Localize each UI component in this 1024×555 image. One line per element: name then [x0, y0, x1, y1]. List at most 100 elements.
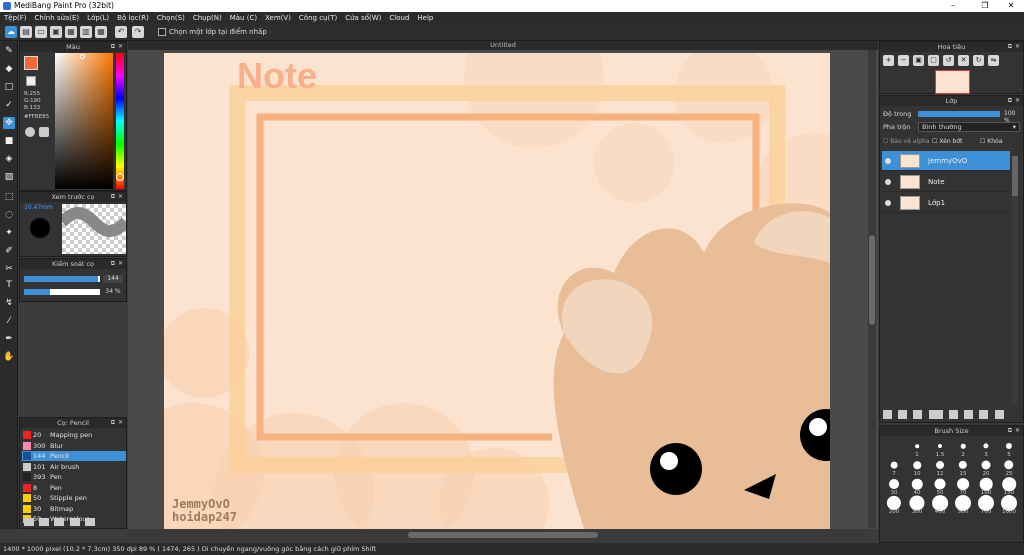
- brush-size-preset[interactable]: 1.5: [930, 439, 950, 459]
- visibility-eye-icon[interactable]: [885, 200, 891, 206]
- reset-rotation-icon[interactable]: ✕: [958, 55, 969, 66]
- brush-size-preset[interactable]: 1000: [999, 495, 1019, 516]
- table-icon[interactable]: ▦: [95, 26, 107, 38]
- detach-icon[interactable]: ⧉: [111, 192, 115, 202]
- dot-tool-icon[interactable]: ✓: [3, 99, 15, 111]
- delete-layer-icon[interactable]: [994, 410, 1004, 419]
- select-pen-tool-icon[interactable]: ✐: [3, 245, 15, 257]
- delete-brush-icon[interactable]: [84, 518, 95, 526]
- menu-view[interactable]: Xem(V): [261, 12, 295, 24]
- new-layer-icon[interactable]: [883, 410, 892, 419]
- brush-size-preset[interactable]: 400: [930, 495, 950, 516]
- brush-settings-icon[interactable]: [54, 518, 65, 526]
- maximize-button[interactable]: ❐: [972, 0, 998, 12]
- brush-list-item[interactable]: 8 Pen: [22, 483, 126, 493]
- brush-size-preset[interactable]: 5: [999, 439, 1019, 459]
- hand-tool-icon[interactable]: ✋: [3, 351, 15, 363]
- panel-close-icon[interactable]: ✕: [118, 418, 123, 428]
- palette-icon[interactable]: [25, 127, 35, 137]
- add-brush-icon[interactable]: [24, 518, 34, 526]
- detach-icon[interactable]: ⧉: [1008, 426, 1012, 436]
- color-picker-cursor[interactable]: [80, 54, 85, 59]
- lasso-tool-icon[interactable]: ◌: [3, 209, 15, 221]
- brush-size-preset[interactable]: 150: [999, 477, 1019, 497]
- cloud-icon[interactable]: ☁: [5, 26, 17, 38]
- shape-tool-icon[interactable]: □: [3, 81, 15, 93]
- layout-icon[interactable]: ▥: [80, 26, 92, 38]
- brush-list-item[interactable]: 30 Bitmap: [22, 504, 126, 514]
- copy-layer-icon[interactable]: [913, 410, 923, 419]
- fit-icon[interactable]: ▣: [913, 55, 924, 66]
- clipping-checkbox[interactable]: ☐ Xén bớt: [932, 138, 962, 145]
- brush-list-item[interactable]: 101 Air brush: [22, 462, 126, 472]
- horizontal-scrollbar[interactable]: [128, 530, 868, 540]
- menu-filter[interactable]: Bộ lọc(R): [113, 12, 153, 24]
- menu-file[interactable]: Tệp(F): [0, 12, 31, 24]
- detach-icon[interactable]: ⧉: [111, 42, 115, 52]
- detach-icon[interactable]: ⧉: [1008, 42, 1012, 52]
- select-eraser-tool-icon[interactable]: ✂: [3, 263, 15, 275]
- brush-list-item[interactable]: 144 Pencil: [22, 451, 126, 461]
- brush-size-preset[interactable]: 20: [976, 458, 996, 478]
- layer-row[interactable]: JemmyOvO: [882, 151, 1010, 171]
- menu-tools[interactable]: Công cụ(T): [295, 12, 341, 24]
- visibility-eye-icon[interactable]: [885, 179, 891, 185]
- panel-close-icon[interactable]: ✕: [1015, 42, 1020, 52]
- vertical-scrollbar[interactable]: [868, 50, 876, 528]
- menu-window[interactable]: Cửa sổ(W): [341, 12, 385, 24]
- menu-snap[interactable]: Chụp(N): [189, 12, 226, 24]
- detach-icon[interactable]: ⧉: [1008, 96, 1012, 106]
- new-file-icon[interactable]: ▤: [20, 26, 32, 38]
- brush-size-preset[interactable]: 200: [884, 495, 904, 516]
- saturation-value-picker[interactable]: [55, 53, 113, 189]
- menu-cloud[interactable]: Cloud: [385, 12, 413, 24]
- brush-size-preset[interactable]: 100: [976, 477, 996, 497]
- brush-size-preset[interactable]: 500: [953, 495, 973, 516]
- close-button[interactable]: ✕: [998, 0, 1024, 12]
- hue-slider-handle[interactable]: [116, 173, 124, 181]
- brush-size-preset[interactable]: 40: [907, 477, 927, 497]
- actual-size-icon[interactable]: ▢: [928, 55, 939, 66]
- menu-help[interactable]: Help: [413, 12, 437, 24]
- zoom-in-icon[interactable]: +: [883, 55, 894, 66]
- visibility-eye-icon[interactable]: [885, 158, 891, 164]
- brush-size-preset[interactable]: 3: [976, 439, 996, 459]
- brush-list-item[interactable]: 393 Pen: [22, 472, 126, 482]
- horizontal-scroll-thumb[interactable]: [408, 532, 598, 538]
- menu-layer[interactable]: Lớp(L): [83, 12, 113, 24]
- brush-size-value[interactable]: 144: [103, 275, 123, 283]
- menu-edit[interactable]: Chỉnh sửa(E): [31, 12, 84, 24]
- pen-tool-icon[interactable]: ✒: [3, 333, 15, 345]
- chat-icon[interactable]: ▭: [35, 26, 47, 38]
- layer-folder-icon[interactable]: [948, 410, 958, 419]
- eraser-tool-icon[interactable]: ◆: [3, 63, 15, 75]
- flip-icon[interactable]: ⇋: [988, 55, 999, 66]
- brush-size-preset[interactable]: 30: [884, 477, 904, 497]
- brush-size-preset[interactable]: 10: [907, 458, 927, 478]
- panel-close-icon[interactable]: ✕: [118, 42, 123, 52]
- brush-size-preset[interactable]: 25: [999, 458, 1019, 478]
- menu-color[interactable]: Màu (C): [226, 12, 261, 24]
- color-history-icon[interactable]: [39, 127, 49, 137]
- select-rect-tool-icon[interactable]: ⬚: [3, 191, 15, 203]
- merge-down-icon[interactable]: [964, 410, 974, 419]
- rect-fill-tool-icon[interactable]: ■: [3, 135, 15, 147]
- brush-list-item[interactable]: 20 Mapping pen: [22, 430, 126, 440]
- navigator-thumbnail[interactable]: [935, 70, 970, 94]
- brush-list-item[interactable]: 300 Blur: [22, 441, 126, 451]
- brush-size-preset[interactable]: 2: [953, 439, 973, 459]
- document-canvas[interactable]: Note JemmyOvO hoidap247: [164, 53, 830, 529]
- brush-folder-icon[interactable]: [69, 518, 80, 526]
- grid-icon[interactable]: ▦: [65, 26, 77, 38]
- panel-close-icon[interactable]: ✕: [118, 259, 123, 269]
- hue-slider[interactable]: [116, 53, 124, 189]
- brush-size-preset[interactable]: 300: [907, 495, 927, 516]
- document-tab[interactable]: Untitled: [128, 41, 878, 50]
- brush-size-preset[interactable]: 70: [953, 477, 973, 497]
- transparent-swatch[interactable]: [26, 76, 36, 86]
- minimize-button[interactable]: –: [940, 0, 966, 12]
- brush-cloud-icon[interactable]: [39, 518, 50, 526]
- layer-type-icon[interactable]: [928, 410, 943, 419]
- brush-list-item[interactable]: 50 Stipple pen: [22, 493, 126, 503]
- undo-icon[interactable]: ↶: [115, 26, 127, 38]
